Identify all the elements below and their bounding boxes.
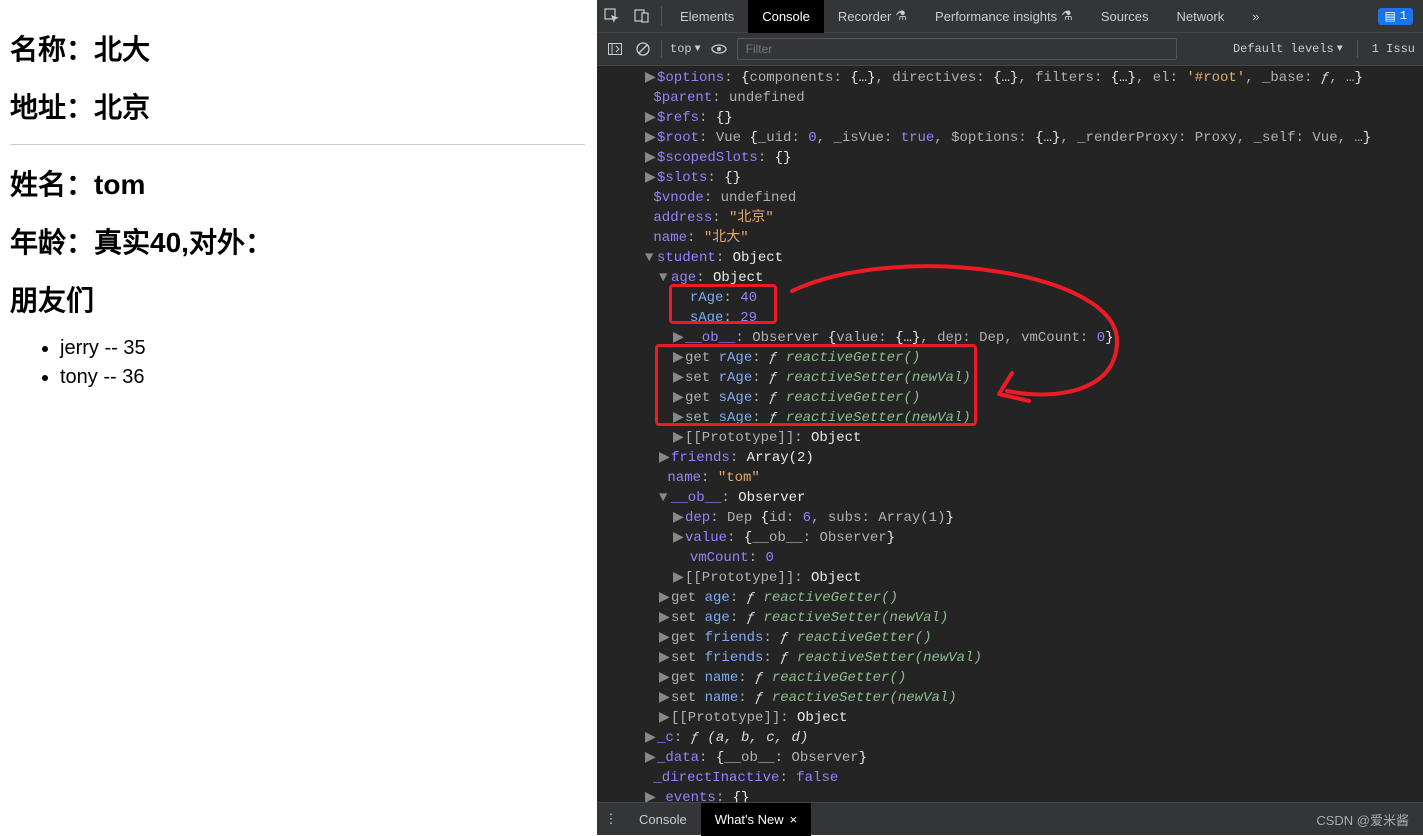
tab-recorder[interactable]: Recorder ⚗ [824, 0, 921, 33]
tab-console[interactable]: Console [748, 0, 824, 33]
age-heading: 年龄：真实40,对外： [10, 221, 587, 261]
live-expression-icon[interactable] [709, 39, 729, 59]
issues-badge[interactable]: ▤ 1 [1378, 8, 1413, 25]
tab-more[interactable]: » [1238, 0, 1273, 33]
drawer-menu-icon[interactable]: ⋮ [597, 811, 625, 827]
flask-icon: ⚗ [895, 8, 907, 24]
age-label: 年龄： [10, 227, 94, 258]
console-line[interactable]: ▼__ob__: Observer [597, 488, 1423, 508]
console-line[interactable]: ▶__ob__: Observer {value: {…}, dep: Dep,… [597, 328, 1423, 348]
console-line[interactable]: ▶friends: Array(2) [597, 448, 1423, 468]
inspect-icon[interactable] [597, 0, 627, 33]
addr-label: 地址： [10, 92, 94, 123]
devtools-tab-bar: Elements Console Recorder ⚗ Performance … [597, 0, 1423, 33]
tab-network[interactable]: Network [1163, 0, 1239, 33]
console-line[interactable]: ▶value: {__ob__: Observer} [597, 528, 1423, 548]
drawer-tab-console[interactable]: Console [625, 803, 701, 836]
console-line[interactable]: rAge: 40 [597, 288, 1423, 308]
clear-console-icon[interactable] [633, 39, 653, 59]
console-line[interactable]: name: "tom" [597, 468, 1423, 488]
console-line[interactable]: ▶get age: ƒ reactiveGetter() [597, 588, 1423, 608]
name-heading: 名称：北大 [10, 28, 587, 68]
watermark: CSDN @爱米酱 [1316, 810, 1423, 829]
friends-list: jerry -- 35 tony -- 36 [60, 337, 587, 389]
console-line[interactable]: ▶get rAge: ƒ reactiveGetter() [597, 348, 1423, 368]
console-line[interactable]: ▶set friends: ƒ reactiveSetter(newVal) [597, 648, 1423, 668]
console-line[interactable]: ▶$root: Vue {_uid: 0, _isVue: true, $opt… [597, 128, 1423, 148]
list-item: tony -- 36 [60, 366, 587, 389]
console-line[interactable]: ▶set age: ƒ reactiveSetter(newVal) [597, 608, 1423, 628]
console-line[interactable]: address: "北京" [597, 208, 1423, 228]
sname-label: 姓名： [10, 169, 94, 200]
console-line[interactable]: ▶set name: ƒ reactiveSetter(newVal) [597, 688, 1423, 708]
chat-icon: ▤ [1384, 9, 1395, 24]
divider [10, 144, 585, 145]
tab-performance-insights[interactable]: Performance insights ⚗ [921, 0, 1087, 33]
devtools-panel: Elements Console Recorder ⚗ Performance … [597, 0, 1423, 835]
issues-text[interactable]: 1 Issu [1372, 42, 1415, 56]
console-line[interactable]: ▶$refs: {} [597, 108, 1423, 128]
console-line[interactable]: $parent: undefined [597, 88, 1423, 108]
console-line[interactable]: sAge: 29 [597, 308, 1423, 328]
console-line[interactable]: ▶[[Prototype]]: Object [597, 708, 1423, 728]
console-line[interactable]: ▼student: Object [597, 248, 1423, 268]
console-line[interactable]: ▶get friends: ƒ reactiveGetter() [597, 628, 1423, 648]
console-line[interactable]: ▶_c: ƒ (a, b, c, d) [597, 728, 1423, 748]
console-line[interactable]: ▶set rAge: ƒ reactiveSetter(newVal) [597, 368, 1423, 388]
console-line[interactable]: name: "北大" [597, 228, 1423, 248]
close-icon[interactable]: × [790, 812, 798, 827]
console-line[interactable]: ▶set sAge: ƒ reactiveSetter(newVal) [597, 408, 1423, 428]
console-line[interactable]: ▶_events: {} [597, 788, 1423, 802]
console-line[interactable]: vmCount: 0 [597, 548, 1423, 568]
console-output[interactable]: ▶$options: {components: {…}, directives:… [597, 66, 1423, 802]
list-item: jerry -- 35 [60, 337, 587, 360]
name-label: 名称： [10, 34, 94, 65]
console-line[interactable]: ▶dep: Dep {id: 6, subs: Array(1)} [597, 508, 1423, 528]
device-toggle-icon[interactable] [627, 0, 657, 33]
flask-icon: ⚗ [1061, 8, 1073, 24]
addr-value: 北京 [94, 92, 150, 123]
console-line[interactable]: ▶[[Prototype]]: Object [597, 428, 1423, 448]
console-line[interactable]: $vnode: undefined [597, 188, 1423, 208]
tab-elements[interactable]: Elements [666, 0, 748, 33]
console-line[interactable]: ▶$options: {components: {…}, directives:… [597, 68, 1423, 88]
friends-heading: 朋友们 [10, 279, 587, 319]
console-line[interactable]: ▶$scopedSlots: {} [597, 148, 1423, 168]
age-value: 真实40,对外： [94, 227, 273, 258]
student-name-heading: 姓名：tom [10, 163, 587, 203]
tab-sources[interactable]: Sources [1087, 0, 1163, 33]
console-line[interactable]: ▶get name: ƒ reactiveGetter() [597, 668, 1423, 688]
sidebar-toggle-icon[interactable] [605, 39, 625, 59]
console-line[interactable]: ▶[[Prototype]]: Object [597, 568, 1423, 588]
console-line[interactable]: _directInactive: false [597, 768, 1423, 788]
console-toolbar: top▼ Default levels ▼ 1 Issu [597, 33, 1423, 66]
address-heading: 地址：北京 [10, 86, 587, 126]
console-line[interactable]: ▶_data: {__ob__: Observer} [597, 748, 1423, 768]
name-value: 北大 [94, 34, 150, 65]
execution-context-selector[interactable]: top▼ [670, 42, 701, 56]
sname-value: tom [94, 169, 145, 200]
drawer-tab-whatsnew[interactable]: What's New × [701, 803, 812, 836]
console-line[interactable]: ▼age: Object [597, 268, 1423, 288]
console-line[interactable]: ▶$slots: {} [597, 168, 1423, 188]
log-levels-selector[interactable]: Default levels ▼ [1233, 42, 1343, 56]
drawer-bar: ⋮ Console What's New × CSDN @爱米酱 [597, 802, 1423, 835]
app-viewport: 名称：北大 地址：北京 姓名：tom 年龄：真实40,对外： 朋友们 jerry… [0, 0, 597, 835]
filter-input[interactable] [737, 38, 1177, 60]
console-line[interactable]: ▶get sAge: ƒ reactiveGetter() [597, 388, 1423, 408]
